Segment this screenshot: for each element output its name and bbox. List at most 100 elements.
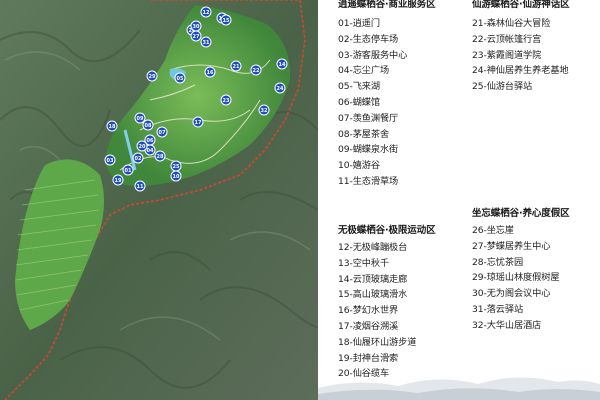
legend-item: 05-飞来湖 — [338, 81, 380, 93]
legend-item: 28-忘忧茶园 — [472, 256, 524, 268]
satellite-map: 0102030405060708091011121314151617181920… — [0, 0, 318, 400]
legend-item: 31-落云驿站 — [472, 303, 524, 315]
legend-item: 17-凌烟谷溯溪 — [338, 320, 399, 332]
marker-label: 29 — [149, 74, 156, 80]
legend-item: 11-生态滑草场 — [338, 175, 399, 187]
legend-item: 13-空中秋千 — [338, 257, 390, 269]
marker-label: 19 — [115, 178, 122, 184]
legend-item: 22-云顶帐篷行宫 — [472, 33, 542, 45]
legend-item: 04-忘尘广场 — [338, 65, 390, 77]
map-marker-15[interactable]: 15 — [220, 14, 232, 26]
marker-label: 14 — [279, 62, 286, 68]
legend-item: 09-蝴蝶泉水街 — [338, 144, 399, 156]
marker-label: 18 — [109, 124, 116, 130]
map-marker-21[interactable]: 21 — [230, 60, 242, 72]
marker-label: 15 — [223, 18, 230, 24]
map-marker-03[interactable]: 03 — [104, 154, 116, 166]
map-marker-32[interactable]: 32 — [258, 104, 270, 116]
marker-label: 28 — [157, 154, 164, 160]
section-title: 仙游蝶栖谷·仙游神话区 — [472, 0, 570, 10]
map-canvas: 0102030405060708091011121314151617181920… — [0, 0, 318, 400]
marker-label: 27 — [193, 34, 200, 40]
legend-item: 14-云顶玻璃走廊 — [338, 273, 408, 285]
legend-item: 10-嬉游谷 — [338, 160, 380, 172]
marker-label: 09 — [137, 116, 144, 122]
map-marker-08[interactable]: 08 — [142, 119, 154, 131]
legend-section-wellness: 坐忘蝶栖谷·养心度假区 26-坐忘崖 27-梦蝶居养生中心 28-忘忧茶园 29… — [472, 205, 600, 334]
legend-item: 27-梦蝶居养生中心 — [472, 240, 551, 252]
legend-item: 15-高山玻璃滑水 — [338, 289, 408, 301]
map-marker-17[interactable]: 17 — [192, 116, 204, 128]
map-marker-27[interactable]: 27 — [190, 30, 202, 42]
map-marker-02[interactable]: 02 — [132, 152, 144, 164]
marker-label: 30 — [193, 24, 200, 30]
map-marker-22[interactable]: 22 — [250, 64, 262, 76]
legend-panel: 逍遥蝶栖谷·商业服务区 01-逍遥门 02-生态停车场 03-游客服务中心 04… — [318, 0, 600, 400]
map-marker-05[interactable]: 05 — [174, 72, 186, 84]
marker-label: 17 — [195, 120, 202, 126]
map-marker-12[interactable]: 12 — [200, 6, 212, 18]
marker-label: 05 — [177, 76, 184, 82]
map-marker-01[interactable]: 01 — [122, 164, 134, 176]
map-marker-11[interactable]: 11 — [134, 180, 146, 192]
legend-item: 18-仙履环山游步道 — [338, 336, 417, 348]
marker-label: 25 — [173, 164, 180, 170]
marker-label: 22 — [253, 68, 260, 74]
marker-label: 10 — [173, 174, 180, 180]
legend-section-commercial: 逍遥蝶栖谷·商业服务区 01-逍遥门 02-生态停车场 03-游客服务中心 04… — [338, 0, 478, 190]
section-title: 逍遥蝶栖谷·商业服务区 — [338, 0, 436, 10]
legend-item: 06-蝴蝶馆 — [338, 96, 380, 108]
legend-item: 07-羡鱼渊餐厅 — [338, 112, 399, 124]
map-marker-24[interactable]: 24 — [274, 82, 286, 94]
legend-item: 12-无极峰蹦极台 — [338, 242, 408, 253]
marker-label: 20 — [139, 144, 146, 150]
marker-label: 11 — [137, 184, 144, 190]
legend-item: 16-梦幻水世界 — [338, 305, 399, 317]
marker-label: 01 — [125, 168, 132, 174]
map-marker-20[interactable]: 20 — [136, 140, 148, 152]
marker-label: 08 — [145, 123, 152, 129]
legend-item: 01-逍遥门 — [338, 18, 380, 29]
legend-item: 32-大华山居酒店 — [472, 319, 542, 331]
legend-item: 24-神仙居养生养老基地 — [472, 65, 569, 77]
legend-section-myth: 仙游蝶栖谷·仙游神话区 21-森林仙谷大冒险 22-云顶帐篷行宫 23-紫霞阁道… — [472, 0, 600, 95]
section-title: 坐忘蝶栖谷·养心度假区 — [472, 208, 570, 219]
map-marker-16[interactable]: 16 — [204, 66, 216, 78]
marker-label: 07 — [159, 130, 166, 136]
legend-item: 03-游客服务中心 — [338, 49, 408, 61]
map-marker-18[interactable]: 18 — [106, 120, 118, 132]
marker-label: 23 — [223, 98, 230, 104]
legend-item: 02-生态停车场 — [338, 33, 399, 45]
legend-item: 30-无为阁会议中心 — [472, 288, 551, 300]
legend-item: 23-紫霞阁道学院 — [472, 49, 542, 61]
map-marker-29[interactable]: 29 — [146, 70, 158, 82]
map-marker-23[interactable]: 23 — [220, 94, 232, 106]
marker-label: 21 — [233, 64, 240, 70]
map-marker-14[interactable]: 14 — [276, 58, 288, 70]
mist-mountain-decoration — [318, 377, 600, 400]
marker-label: 02 — [135, 156, 142, 162]
legend-section-extreme: 无极蝶栖谷·极限运动区 12-无极峰蹦极台 13-空中秋千 14-云顶玻璃走廊 … — [338, 222, 478, 382]
marker-label: 06 — [147, 138, 154, 144]
marker-label: 31 — [203, 40, 210, 46]
map-marker-25[interactable]: 25 — [170, 160, 182, 172]
legend-item: 08-茅屋茶舍 — [338, 128, 390, 140]
section-title: 无极蝶栖谷·极限运动区 — [338, 225, 436, 236]
map-marker-30[interactable]: 30 — [190, 20, 202, 32]
legend-item: 26-坐忘崖 — [472, 225, 514, 236]
map-marker-19[interactable]: 19 — [112, 174, 124, 186]
map-marker-28[interactable]: 28 — [154, 150, 166, 162]
marker-label: 04 — [147, 148, 154, 154]
tourist-map-board: 0102030405060708091011121314151617181920… — [0, 0, 600, 400]
marker-label: 32 — [261, 108, 268, 114]
legend-item: 25-仙游台驿站 — [472, 81, 533, 93]
map-marker-10[interactable]: 10 — [170, 170, 182, 182]
marker-label: 12 — [203, 10, 210, 16]
map-marker-09[interactable]: 09 — [134, 112, 146, 124]
map-marker-07[interactable]: 07 — [156, 126, 168, 138]
marker-label: 16 — [207, 70, 214, 76]
legend-item: 21-森林仙谷大冒险 — [472, 18, 551, 29]
map-marker-31[interactable]: 31 — [200, 36, 212, 48]
marker-label: 24 — [277, 86, 284, 92]
legend-item: 29-琼瑶山林度假树屋 — [472, 272, 560, 284]
